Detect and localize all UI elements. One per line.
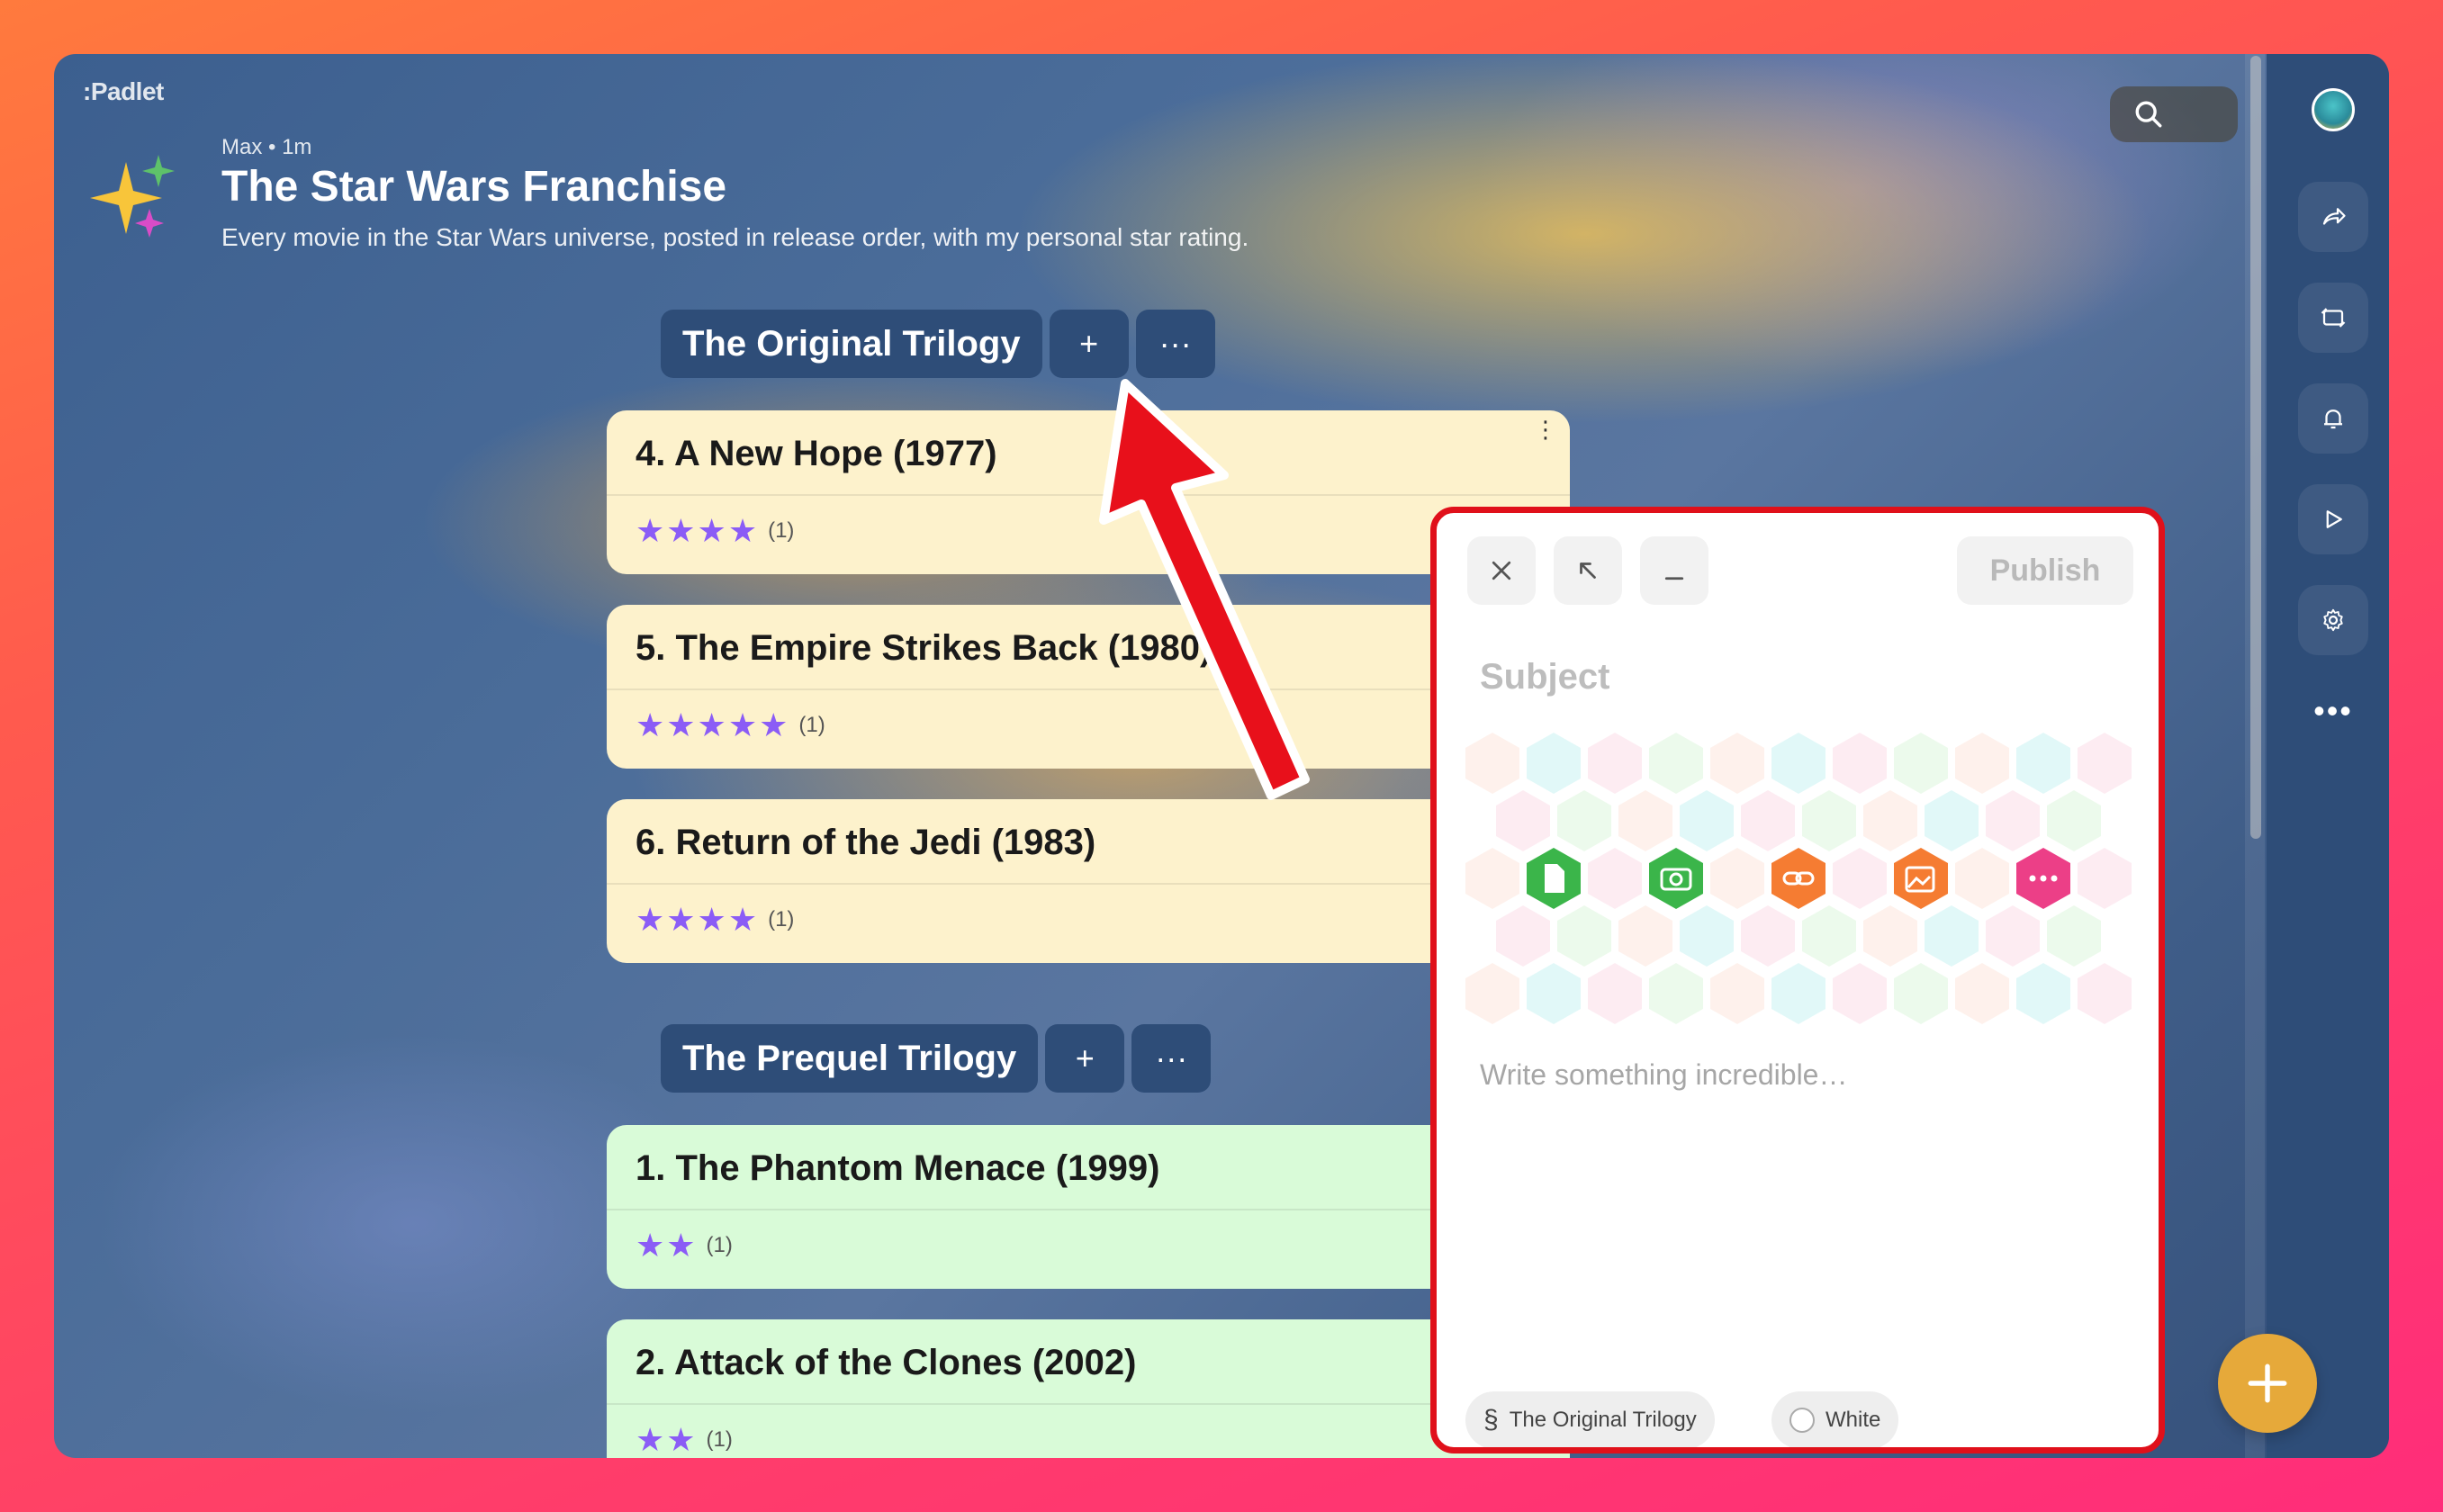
color-selector-label: White bbox=[1825, 1408, 1881, 1432]
play-icon bbox=[2326, 510, 2342, 528]
stars-icon[interactable]: ★★★★ bbox=[636, 512, 759, 550]
camera-button[interactable] bbox=[1649, 848, 1703, 909]
stars-icon[interactable]: ★★★★★ bbox=[636, 706, 789, 744]
section-selector[interactable]: § The Original Trilogy bbox=[1465, 1391, 1715, 1447]
body-input[interactable]: Write something incredible… bbox=[1480, 1058, 1847, 1092]
post-title: 2. Attack of the Clones (2002) bbox=[607, 1319, 1570, 1405]
star-rating[interactable]: ★★★★ (1) bbox=[607, 885, 1570, 955]
post-age: • 1m bbox=[268, 135, 312, 159]
post-menu-icon[interactable]: ⋮ bbox=[1534, 418, 1557, 441]
more-icon[interactable]: ••• bbox=[2298, 695, 2368, 729]
right-sidebar bbox=[2267, 54, 2389, 1458]
notifications-button[interactable] bbox=[2298, 383, 2368, 454]
add-post-to-section-button[interactable]: + bbox=[1049, 310, 1129, 378]
board-description: Every movie in the Star Wars universe, p… bbox=[221, 223, 1249, 251]
section-title[interactable]: The Prequel Trilogy bbox=[661, 1024, 1039, 1093]
expand-button[interactable] bbox=[1554, 536, 1622, 605]
remake-button[interactable] bbox=[2298, 283, 2368, 353]
section-more-button[interactable]: ··· bbox=[1131, 1024, 1212, 1093]
add-post-to-section-button[interactable]: + bbox=[1045, 1024, 1125, 1093]
color-swatch-icon bbox=[1789, 1408, 1815, 1433]
star-rating[interactable]: ★★ (1) bbox=[607, 1210, 1570, 1281]
post-card[interactable]: 5. The Empire Strikes Back (1980) ★★★★★ … bbox=[607, 605, 1570, 769]
star-rating[interactable]: ★★★★ (1) bbox=[607, 496, 1570, 566]
post-title: 5. The Empire Strikes Back (1980) bbox=[607, 605, 1570, 690]
share-button[interactable] bbox=[2298, 182, 2368, 252]
post-title: 1. The Phantom Menace (1999) bbox=[607, 1125, 1570, 1210]
post-card[interactable]: 4. A New Hope (1977) ★★★★ (1) ⋮ bbox=[607, 410, 1570, 574]
post-card[interactable]: 6. Return of the Jedi (1983) ★★★★ (1) bbox=[607, 799, 1570, 963]
scrollbar-thumb[interactable] bbox=[2250, 56, 2261, 839]
minimize-button[interactable] bbox=[1640, 536, 1708, 605]
section-header-prequel-trilogy: The Prequel Trilogy + ··· bbox=[661, 1024, 1212, 1093]
expand-arrow-icon bbox=[1580, 562, 1596, 579]
upload-file-icon bbox=[1545, 864, 1564, 893]
plus-icon bbox=[2248, 1364, 2287, 1403]
star-rating[interactable]: ★★ (1) bbox=[607, 1405, 1570, 1458]
settings-button[interactable] bbox=[2298, 585, 2368, 655]
section-selector-label: The Original Trilogy bbox=[1509, 1408, 1697, 1432]
add-post-button[interactable] bbox=[2218, 1334, 2317, 1433]
image-search-button[interactable] bbox=[1894, 848, 1948, 909]
sparkle-icon bbox=[90, 155, 175, 238]
remake-icon bbox=[2321, 308, 2346, 328]
rating-count: (1) bbox=[706, 1427, 733, 1452]
post-title: 6. Return of the Jedi (1983) bbox=[607, 799, 1570, 885]
padlet-logo[interactable]: :Padlet bbox=[83, 77, 164, 106]
post-card[interactable]: 1. The Phantom Menace (1999) ★★ (1) bbox=[607, 1125, 1570, 1289]
share-icon bbox=[2322, 208, 2346, 225]
rating-count: (1) bbox=[768, 518, 795, 543]
scrollbar[interactable] bbox=[2245, 54, 2265, 1458]
avatar[interactable] bbox=[2312, 88, 2355, 131]
board-title[interactable]: The Star Wars Franchise bbox=[221, 162, 726, 212]
search-button[interactable] bbox=[2110, 86, 2238, 142]
publish-button[interactable]: Publish bbox=[1957, 536, 2133, 605]
section-more-button[interactable]: ··· bbox=[1135, 310, 1215, 378]
close-button[interactable] bbox=[1467, 536, 1536, 605]
rating-count: (1) bbox=[768, 907, 795, 932]
post-meta: Max • 1m bbox=[221, 135, 311, 160]
search-icon bbox=[2135, 101, 2162, 128]
subject-input[interactable]: Subject bbox=[1480, 657, 1609, 698]
rating-count: (1) bbox=[798, 713, 825, 737]
link-button[interactable] bbox=[1771, 848, 1825, 909]
more-attachments-icon bbox=[2029, 875, 2058, 882]
stars-icon[interactable]: ★★★★ bbox=[636, 901, 759, 939]
section-header-original-trilogy: The Original Trilogy + ··· bbox=[661, 310, 1215, 378]
author-name: Max bbox=[221, 135, 263, 159]
rating-count: (1) bbox=[706, 1233, 733, 1257]
star-rating[interactable]: ★★★★★ (1) bbox=[607, 690, 1570, 760]
minimize-icon bbox=[1664, 577, 1684, 580]
color-selector[interactable]: White bbox=[1771, 1391, 1899, 1447]
gear-icon bbox=[2323, 608, 2343, 632]
bell-icon bbox=[2324, 410, 2342, 429]
more-attachments-button[interactable] bbox=[2016, 848, 2070, 909]
section-icon: § bbox=[1483, 1405, 1499, 1435]
post-title: 4. A New Hope (1977) bbox=[607, 410, 1570, 496]
slideshow-button[interactable] bbox=[2298, 484, 2368, 554]
close-icon bbox=[1492, 561, 1511, 580]
attachment-picker bbox=[1465, 733, 2132, 1024]
section-title[interactable]: The Original Trilogy bbox=[661, 310, 1042, 378]
post-card[interactable]: 2. Attack of the Clones (2002) ★★ (1) bbox=[607, 1319, 1570, 1458]
stars-icon[interactable]: ★★ bbox=[636, 1421, 698, 1458]
upload-file-button[interactable] bbox=[1527, 848, 1581, 909]
stars-icon[interactable]: ★★ bbox=[636, 1227, 698, 1264]
post-composer: Publish Subject Write something incredib… bbox=[1430, 507, 2165, 1454]
